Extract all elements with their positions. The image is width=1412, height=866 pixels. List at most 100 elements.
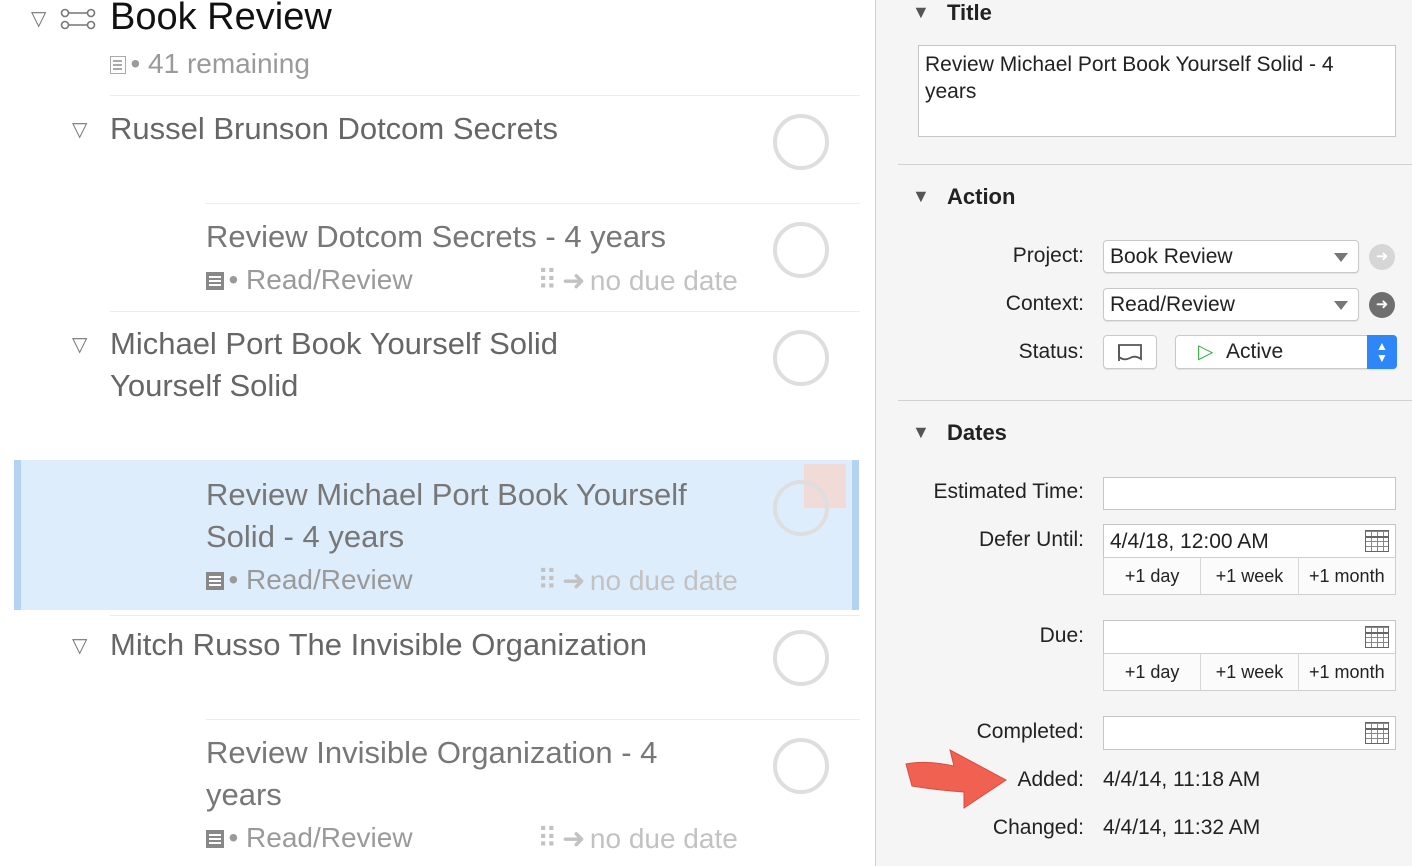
context-value: Read/Review [1110,293,1235,316]
defer-until-label: Defer Until: [978,528,1084,551]
action-section-header[interactable]: Action [947,184,1015,210]
divider [110,615,860,616]
action-title[interactable]: Review Michael Port Book Yourself Solid … [206,474,687,558]
estimated-time-label: Estimated Time: [933,480,1084,503]
due-label[interactable]: no due date [590,823,738,854]
completion-checkbox[interactable] [773,480,829,536]
outline-pane: ▽ Book Review • 41 remaining ▽ Russel Br… [0,0,875,866]
remaining-count: • 41 remaining [130,48,310,79]
divider [206,203,860,204]
project-subtitle: • 41 remaining [110,48,310,80]
section-collapse-icon[interactable]: ▼ [912,422,930,443]
added-value: 4/4/14, 11:18 AM [1103,768,1261,791]
disclosure-triangle-icon[interactable]: ▽ [31,6,46,31]
context-label[interactable]: • Read/Review [228,264,412,295]
status-label: Status: [1018,340,1084,363]
due-label[interactable]: no due date [590,265,738,296]
completed-field[interactable] [1103,716,1396,750]
disclosure-triangle-icon[interactable]: ▽ [72,332,87,357]
defer-until-field[interactable]: 4/4/18, 12:00 AM [1103,524,1396,558]
arrow-right-icon: ➜ [561,823,586,854]
disclosure-triangle-icon[interactable]: ▽ [72,117,87,142]
chevron-down-icon [1334,301,1348,310]
due-plus-month-button[interactable]: +1 month [1299,654,1395,690]
title-textarea[interactable]: Review Michael Port Book Yourself Solid … [918,45,1396,137]
note-icon [206,272,224,290]
divider [898,400,1412,401]
estimated-time-field[interactable] [1103,477,1396,510]
action-title-line1: Review Michael Port Book Yourself [206,477,687,512]
defer-plus-month-button[interactable]: +1 month [1299,558,1395,594]
chevron-down-icon [1334,253,1348,262]
divider [110,311,860,312]
due-meta: ⠿ ➜ no due date [537,822,738,855]
divider [898,164,1412,165]
action-meta: • Read/Review [206,564,413,596]
group-title-line2: Yourself Solid [110,368,299,403]
flag-icon [1118,344,1142,361]
group-title[interactable]: Russel Brunson Dotcom Secrets [110,108,558,150]
action-meta: • Read/Review [206,822,413,854]
inspector-pane: ▼ Title Review Michael Port Book Yoursel… [875,0,1412,866]
repeat-icon: ⠿ [537,265,558,296]
annotation-arrow-icon [905,749,1007,809]
repeat-icon: ⠿ [537,823,558,854]
action-title-line2: Solid - 4 years [206,519,405,554]
go-to-context-icon[interactable]: ➜ [1369,292,1395,318]
action-title[interactable]: Review Invisible Organization - 4 years [206,732,657,816]
due-field[interactable] [1103,620,1396,654]
defer-plus-week-button[interactable]: +1 week [1201,558,1299,594]
status-value: Active [1226,340,1284,363]
completion-checkbox[interactable] [773,738,829,794]
context-label[interactable]: • Read/Review [228,564,412,595]
calendar-icon[interactable] [1365,722,1389,744]
arrow-right-icon: ➜ [561,565,586,596]
action-meta: • Read/Review [206,264,413,296]
defer-until-value: 4/4/18, 12:00 AM [1110,530,1269,553]
completion-checkbox[interactable] [773,222,829,278]
project-icon [60,8,96,30]
project-title[interactable]: Book Review [110,0,332,39]
divider [206,719,860,720]
note-icon [206,572,224,590]
changed-value: 4/4/14, 11:32 AM [1103,816,1261,839]
changed-label: Changed: [992,816,1084,839]
completion-checkbox[interactable] [773,114,829,170]
due-label[interactable]: no due date [590,565,738,596]
stepper-arrows-icon: ▲ ▼ [1367,335,1397,369]
group-title[interactable]: Mitch Russo The Invisible Organization [110,624,647,666]
due-plus-day-button[interactable]: +1 day [1104,654,1202,690]
due-meta: ⠿ ➜ no due date [537,564,738,597]
due-quick-buttons: +1 day +1 week +1 month [1103,653,1396,691]
arrow-right-icon: ➜ [561,265,586,296]
defer-plus-day-button[interactable]: +1 day [1104,558,1202,594]
context-popup[interactable]: Read/Review [1103,288,1359,321]
completion-checkbox[interactable] [773,330,829,386]
flag-toggle-button[interactable] [1103,335,1157,369]
due-label: Due: [1039,624,1084,647]
status-popup[interactable]: ▷ Active ▲ ▼ [1175,335,1397,369]
project-popup[interactable]: Book Review [1103,240,1359,273]
dates-section-header[interactable]: Dates [947,420,1007,446]
action-title[interactable]: Review Dotcom Secrets - 4 years [206,216,666,258]
calendar-icon[interactable] [1365,626,1389,648]
play-icon: ▷ [1198,341,1214,363]
calendar-icon[interactable] [1365,530,1389,552]
context-label[interactable]: • Read/Review [228,822,412,853]
context-label: Context: [1005,292,1084,315]
disclosure-triangle-icon[interactable]: ▽ [72,633,87,658]
section-collapse-icon[interactable]: ▼ [912,2,930,23]
group-title[interactable]: Michael Port Book Yourself Solid Yoursel… [110,323,558,407]
repeat-icon: ⠿ [537,565,558,596]
title-section-header[interactable]: Title [947,0,992,26]
completion-checkbox[interactable] [773,630,829,686]
section-collapse-icon[interactable]: ▼ [912,186,930,207]
due-plus-week-button[interactable]: +1 week [1201,654,1299,690]
go-to-project-icon[interactable]: ➜ [1369,244,1395,270]
due-meta: ⠿ ➜ no due date [537,264,738,297]
project-value: Book Review [1110,245,1233,268]
group-title-line1: Michael Port Book Yourself Solid [110,326,559,361]
action-title-line1: Review Invisible Organization - 4 [206,735,658,770]
divider [110,95,860,96]
note-icon [110,56,126,74]
